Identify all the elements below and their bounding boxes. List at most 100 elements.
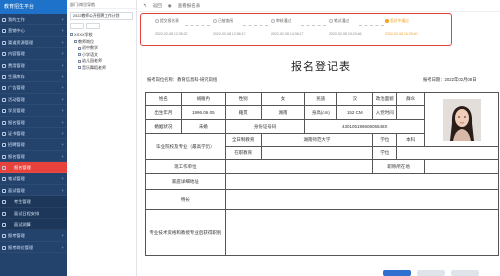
step-connector (243, 25, 268, 26)
back-arrow-icon[interactable]: ↰ (143, 3, 147, 9)
apply-date: 报考日期：2022年02月08日 (423, 77, 477, 82)
menu-icon (2, 154, 6, 159)
tree-node[interactable]: 初中数学 (70, 45, 136, 52)
registration-table: 姓名 胡雁冉 性别 女 民族 汉 政治面貌 群众 出生年月 1996.06.05… (145, 92, 500, 256)
sidebar-item[interactable]: 证书管理 + (0, 128, 67, 140)
menu-icon (2, 131, 6, 136)
value-duty (424, 159, 499, 174)
sidebar-item[interactable]: 报名管理 + (0, 117, 67, 128)
sidebar-item[interactable]: 活动管理 + (0, 94, 67, 106)
sidebar-item-label: 笔试管理 (8, 176, 25, 182)
folder-icon (78, 59, 81, 63)
label-politics: 政治面貌 (372, 92, 398, 106)
menu-icon (2, 63, 6, 68)
menu-icon (2, 200, 6, 205)
brand-title: 教育招生平台 (0, 0, 67, 14)
expand-icon: + (61, 130, 64, 136)
portrait-image (442, 98, 481, 141)
org-tree: XXXX学校 教师岗位 初中数学 小学语文 幼儿园老师 音乐舞蹈老师 (67, 32, 136, 72)
sidebar-item[interactable]: 内容管理 + (0, 48, 67, 60)
folder-icon (78, 46, 81, 50)
menu-icon (2, 74, 6, 79)
menu-icon (2, 86, 6, 91)
sidebar-list: 我的工作 + 营销中心 + 渠道资源管理 + 内容管理 + 费用管理 + 生源库存 + 广告管理 + 活动管… (0, 14, 67, 254)
sidebar-item-label: 面试管理 (8, 187, 25, 193)
tree-controls (70, 23, 133, 29)
label-degree: 学位 (372, 133, 398, 147)
menu-icon (2, 97, 6, 102)
expand-icon: + (61, 187, 64, 193)
sidebar-item-label: 考生管理 (14, 199, 31, 205)
sidebar-item-label: 营销中心 (8, 28, 25, 34)
expand-icon: + (61, 51, 64, 57)
tree-node[interactable]: 幼儿园老师 (70, 58, 136, 65)
label-education: 毕业院校及专业（最高学历） (145, 133, 226, 160)
tree-node[interactable]: XXXX学校 (70, 32, 136, 39)
primary-action-button[interactable] (383, 270, 411, 276)
folder-icon (78, 66, 81, 70)
tree-node-label: 幼儿园老师 (82, 58, 102, 64)
tree-node-label: 小学语文 (82, 51, 98, 57)
sidebar-item-label: 招聘管理 (8, 142, 25, 148)
tree-node[interactable]: 教师岗位 (70, 39, 136, 46)
label-address: 家庭详细地址 (145, 173, 226, 190)
label-marital: 婚姻状况 (145, 119, 182, 134)
sidebar-item[interactable]: 营销中心 + (0, 25, 67, 37)
sidebar-item[interactable]: 我的工作 + (0, 14, 67, 26)
step-time: 2022-02-08 14:36:17 (271, 32, 304, 36)
folder-icon (70, 33, 73, 37)
page-title: 查看报名表 (177, 2, 201, 8)
value-party-time (396, 105, 426, 120)
panel-title: 部门/岗位导航 (67, 0, 136, 9)
sidebar-item-label: 生源库存 (8, 73, 25, 79)
label-fulltime: 全日制教育 (224, 133, 262, 147)
collapse-button[interactable] (86, 23, 100, 29)
step-label: 笔试通过 (334, 19, 350, 23)
value-gender: 女 (260, 92, 306, 106)
sidebar-item-label: 报考岗位管理 (8, 244, 34, 250)
value-skills (224, 189, 500, 210)
label-skills: 特长 (145, 189, 226, 210)
expand-icon: + (61, 233, 64, 239)
expand-button[interactable] (70, 23, 84, 29)
plan-select[interactable]: 2022教师公开招聘工作计划 (70, 12, 133, 20)
sidebar-item-label: 报名管理 (8, 119, 25, 125)
sidebar-item[interactable]: 面试日程安排 (0, 207, 67, 220)
value-birth: 1996.06.05 (180, 105, 226, 120)
sidebar-item[interactable]: 报名管理 (0, 162, 67, 174)
step-time: 2022-02-08 16:25:00 (385, 32, 418, 36)
back-button[interactable]: 返回 (153, 3, 162, 9)
expand-icon: + (61, 119, 64, 125)
sidebar-item[interactable]: 渠道资源管理 + (0, 37, 67, 49)
sidebar-item[interactable]: 面试测算 (0, 219, 67, 231)
sidebar-item[interactable]: 生源库存 + (0, 71, 67, 83)
org-tree-panel: 部门/岗位导航 2022教师公开招聘工作计划 XXXX学校 教师岗位 初中数学 小学语… (67, 0, 137, 276)
sidebar-item[interactable]: 报考岗位管理 + (0, 242, 67, 254)
sidebar-item[interactable]: 笔试管理 + (0, 173, 67, 185)
app-root: 教育招生平台 我的工作 + 营销中心 + 渠道资源管理 + 内容管理 + 费用管理 + 生源库存 + 广… (0, 0, 500, 276)
tree-node[interactable]: 音乐舞蹈老师 (70, 65, 136, 72)
expand-icon: + (61, 142, 64, 148)
step-4: 笔试通过 2022-02-08 15:23:46 (329, 19, 385, 36)
sidebar-item[interactable]: 学员管理 + (0, 105, 67, 117)
step-5-current: 面试中通过 2022-02-08 16:25:00 (385, 19, 441, 36)
sidebar-item[interactable]: 费用管理 + (0, 60, 67, 71)
secondary-action-button[interactable] (417, 270, 445, 276)
tertiary-action-button[interactable] (451, 270, 479, 276)
sidebar-item[interactable]: 面试管理 + (0, 185, 67, 197)
expand-icon: + (61, 176, 64, 182)
tree-node[interactable]: 小学语文 (70, 52, 136, 59)
sidebar-item[interactable]: 考生管理 (0, 196, 67, 208)
bottom-actions (383, 270, 479, 276)
sidebar-item[interactable]: 报考管理 + (0, 230, 67, 242)
sidebar-item[interactable]: 报名管理 + (0, 151, 67, 163)
sidebar-item[interactable]: 广告管理 + (0, 82, 67, 94)
step-2: 已被查阅 2022-02-08 12:56:17 (213, 19, 269, 36)
label-name: 姓名 (145, 92, 182, 106)
tree-node-label: 音乐舞蹈老师 (82, 64, 106, 70)
sidebar-item[interactable]: 招聘管理 + (0, 139, 67, 151)
label-birth: 出生年月 (145, 105, 182, 120)
step-label: 提交报名表 (160, 19, 179, 23)
step-dot-icon (155, 19, 159, 23)
step-connector (185, 25, 210, 26)
